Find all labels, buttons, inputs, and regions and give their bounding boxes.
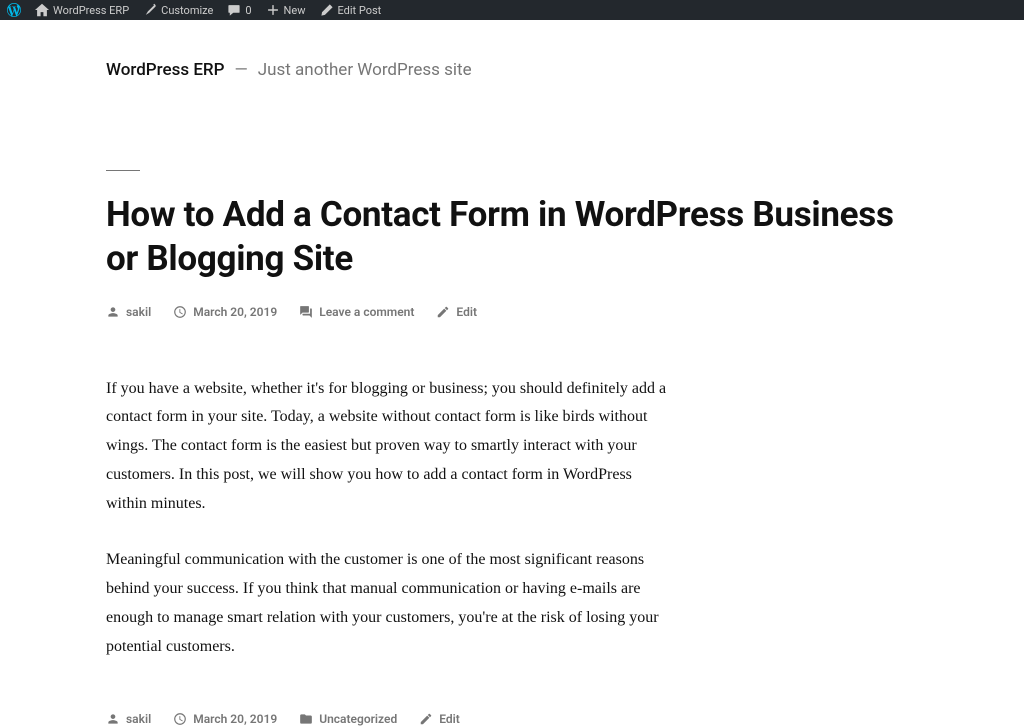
comment-link[interactable]: Leave a comment: [319, 305, 414, 319]
customize-label: Customize: [161, 4, 213, 17]
clock-icon: [173, 712, 187, 726]
date-link[interactable]: March 20, 2019: [193, 305, 277, 319]
site-title[interactable]: WordPress ERP: [106, 60, 224, 80]
comments-link[interactable]: 0: [220, 0, 258, 20]
meta-comments: Leave a comment: [299, 305, 414, 319]
author-link[interactable]: sakil: [126, 305, 151, 319]
paragraph-1: If you have a website, whether it's for …: [106, 375, 676, 519]
post-meta: sakil March 20, 2019 Leave a comment Edi…: [106, 305, 922, 319]
wordpress-icon: [7, 3, 21, 17]
category-link[interactable]: Uncategorized: [319, 712, 397, 726]
new-label: New: [284, 4, 306, 17]
edit-post-link[interactable]: Edit Post: [313, 0, 389, 20]
separator: —: [234, 60, 247, 80]
person-icon: [106, 712, 120, 726]
site-header: WordPress ERP — Just another WordPress s…: [106, 60, 922, 80]
site-tagline: Just another WordPress site: [258, 60, 472, 80]
footer-date-link[interactable]: March 20, 2019: [193, 712, 277, 726]
edit-post-label: Edit Post: [338, 4, 382, 17]
post-content: If you have a website, whether it's for …: [106, 375, 676, 662]
post-divider: [106, 170, 140, 171]
customize-icon: [143, 3, 157, 17]
footer-edit: Edit: [419, 712, 460, 726]
person-icon: [106, 305, 120, 319]
pencil-icon: [320, 3, 334, 17]
page-content: WordPress ERP — Just another WordPress s…: [0, 20, 1024, 726]
comment-count: 0: [245, 4, 251, 17]
site-name-link[interactable]: WordPress ERP: [28, 0, 136, 20]
meta-date: March 20, 2019: [173, 305, 277, 319]
post-title: How to Add a Contact Form in WordPress B…: [106, 193, 922, 281]
wp-logo[interactable]: [0, 0, 28, 20]
wp-admin-bar: WordPress ERP Customize 0 New Edit Post: [0, 0, 1024, 20]
footer-date: March 20, 2019: [173, 712, 277, 726]
edit-icon: [419, 712, 433, 726]
folder-icon: [299, 712, 313, 726]
comment-icon: [227, 3, 241, 17]
footer-edit-link[interactable]: Edit: [439, 712, 460, 726]
footer-author-link[interactable]: sakil: [126, 712, 151, 726]
meta-edit: Edit: [436, 305, 477, 319]
plus-icon: [266, 3, 280, 17]
paragraph-2: Meaningful communication with the custom…: [106, 546, 676, 661]
new-link[interactable]: New: [259, 0, 313, 20]
post-footer-meta: sakil March 20, 2019 Uncategorized Edit: [106, 712, 922, 726]
edit-link[interactable]: Edit: [456, 305, 477, 319]
home-icon: [35, 3, 49, 17]
clock-icon: [173, 305, 187, 319]
admin-site-name: WordPress ERP: [53, 4, 129, 17]
meta-author: sakil: [106, 305, 151, 319]
footer-category: Uncategorized: [299, 712, 397, 726]
comment-meta-icon: [299, 305, 313, 319]
edit-icon: [436, 305, 450, 319]
customize-link[interactable]: Customize: [136, 0, 220, 20]
footer-author: sakil: [106, 712, 151, 726]
